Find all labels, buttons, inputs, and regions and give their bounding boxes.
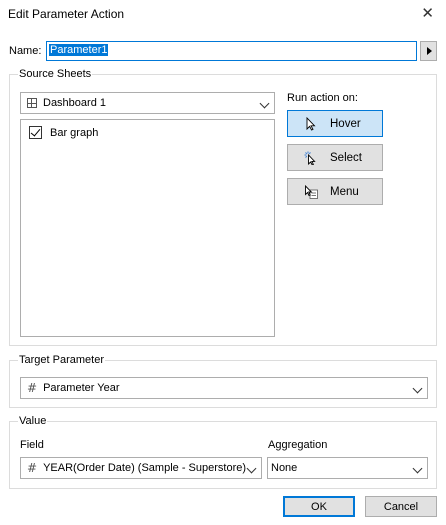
run-action-select-button[interactable]: Select bbox=[287, 144, 383, 171]
menu-icon bbox=[305, 184, 318, 199]
cursor-icon bbox=[306, 116, 316, 131]
chevron-down-icon bbox=[259, 98, 270, 109]
ok-button[interactable]: OK bbox=[283, 496, 355, 517]
dashboard-grid-icon bbox=[27, 98, 37, 108]
chevron-down-icon bbox=[412, 383, 423, 394]
field-dropdown[interactable]: # YEAR(Order Date) (Sample - Superstore) bbox=[20, 457, 262, 479]
run-action-menu-button[interactable]: Menu bbox=[287, 178, 383, 205]
dashboard-dropdown-value: Dashboard 1 bbox=[43, 97, 106, 109]
run-action-hover-button[interactable]: Hover bbox=[287, 110, 383, 137]
run-action-select-label: Select bbox=[330, 151, 362, 164]
run-action-menu-label: Menu bbox=[330, 185, 359, 198]
window-title: Edit Parameter Action bbox=[8, 7, 125, 21]
aggregation-label: Aggregation bbox=[268, 439, 328, 451]
select-cursor-icon bbox=[304, 151, 316, 165]
aggregation-dropdown[interactable]: None bbox=[267, 457, 428, 479]
source-sheets-label: Source Sheets bbox=[18, 68, 93, 80]
target-parameter-label: Target Parameter bbox=[18, 354, 105, 366]
sheet-item-label: Bar graph bbox=[50, 126, 99, 139]
chevron-down-icon bbox=[246, 463, 257, 474]
name-insert-arrow-button[interactable] bbox=[420, 41, 437, 61]
target-parameter-dropdown[interactable]: # Parameter Year bbox=[20, 377, 428, 399]
aggregation-value: None bbox=[271, 462, 298, 474]
run-action-label: Run action on: bbox=[287, 92, 358, 104]
sheet-item-bar-graph[interactable]: Bar graph bbox=[29, 126, 98, 139]
cancel-button[interactable]: Cancel bbox=[365, 496, 437, 517]
field-value: YEAR(Order Date) (Sample - Superstore) bbox=[43, 462, 247, 474]
dashboard-dropdown[interactable]: Dashboard 1 bbox=[20, 92, 275, 114]
run-action-hover-label: Hover bbox=[330, 117, 361, 130]
name-input-value: Parameter1 bbox=[49, 44, 109, 56]
name-input[interactable]: Parameter1 bbox=[46, 41, 417, 61]
name-label: Name: bbox=[9, 45, 42, 57]
close-icon[interactable]: ✕ bbox=[421, 4, 434, 22]
value-group-label: Value bbox=[18, 415, 48, 427]
field-label: Field bbox=[20, 439, 44, 451]
target-parameter-value: Parameter Year bbox=[43, 382, 120, 394]
chevron-down-icon bbox=[412, 463, 423, 474]
hash-icon: # bbox=[27, 381, 38, 395]
source-sheets-list[interactable]: Bar graph bbox=[20, 119, 275, 337]
sheet-checkbox[interactable] bbox=[29, 126, 42, 139]
hash-icon: # bbox=[27, 461, 38, 475]
